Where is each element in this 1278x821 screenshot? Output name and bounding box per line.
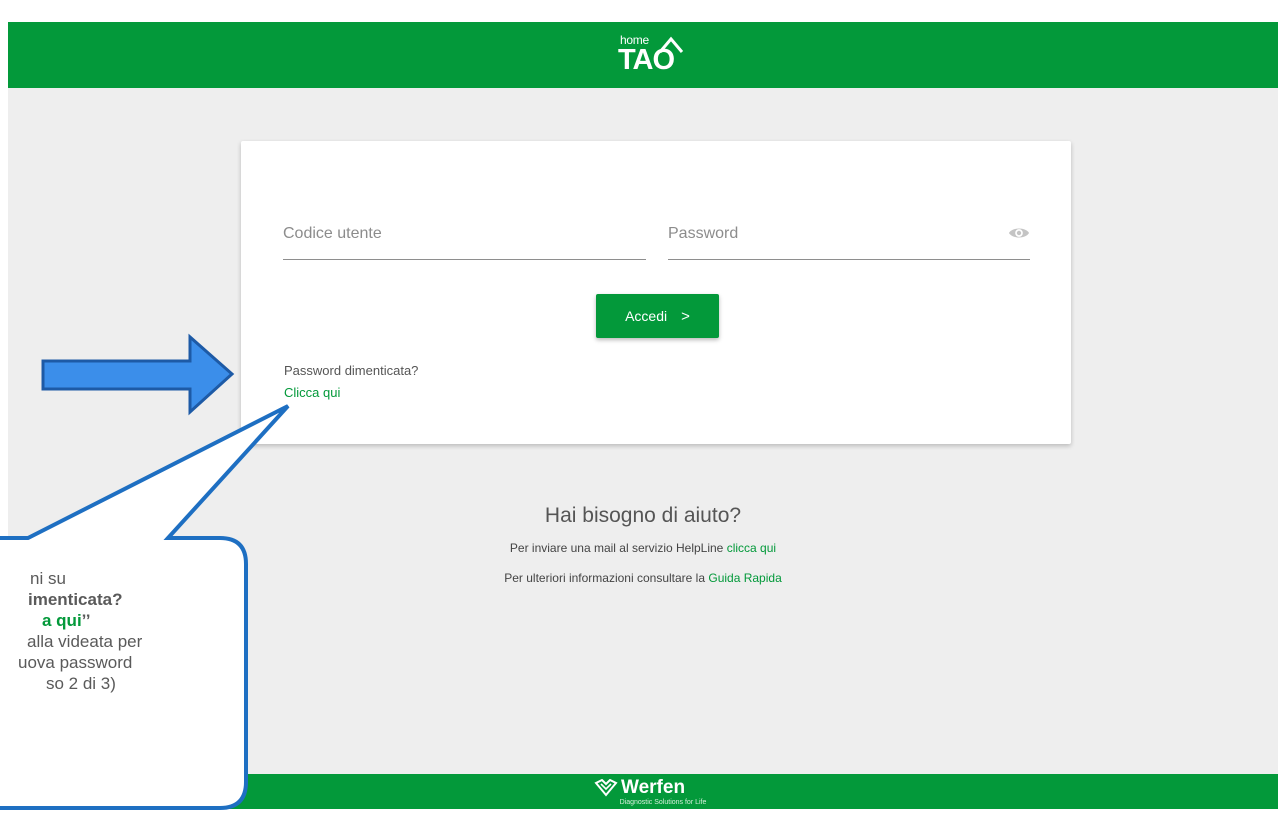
help-guide-text: Per ulteriori informazioni consultare la: [504, 571, 706, 585]
callout-quote-text: ’’: [81, 611, 91, 630]
helpline-mail-link[interactable]: clicca qui: [727, 541, 776, 555]
chevron-right-icon: >: [681, 307, 690, 325]
callout-line: alla videata per: [27, 632, 143, 651]
password-field: [668, 217, 1030, 260]
werfen-brand-name: Werfen: [621, 777, 686, 798]
callout-line: uova password: [18, 653, 133, 672]
login-button[interactable]: Accedi >: [596, 294, 719, 338]
hometao-logo[interactable]: home TAO: [618, 33, 688, 79]
eye-icon[interactable]: [1008, 225, 1030, 241]
werfen-logo: Werfen Diagnostic Solutions for Life: [588, 777, 738, 809]
callout-link-text: a qui: [42, 611, 82, 630]
header-bar: home TAO: [8, 22, 1278, 88]
login-card: Accedi > Password dimenticata? Clicca qu…: [241, 141, 1071, 444]
werfen-hearts-icon: [594, 779, 618, 797]
forgot-password-link[interactable]: Clicca qui: [284, 385, 340, 400]
username-field: [283, 217, 646, 260]
forgot-password-text: Password dimenticata?: [284, 363, 419, 378]
quick-guide-link[interactable]: Guida Rapida: [708, 571, 781, 585]
callout-line-link: a qui’’: [0, 610, 240, 631]
help-mail-line: Per inviare una mail al servizio HelpLin…: [8, 541, 1278, 555]
callout-text: ni su imenticata? a qui’’ alla videata p…: [0, 568, 240, 694]
help-mail-text: Per inviare una mail al servizio HelpLin…: [509, 541, 724, 555]
help-title: Hai bisogno di aiuto?: [544, 504, 742, 527]
callout-line: ni su: [30, 569, 66, 588]
password-input[interactable]: [668, 225, 988, 243]
callout-line-bold: imenticata?: [28, 590, 123, 609]
login-button-label: Accedi: [625, 308, 668, 324]
username-input[interactable]: [283, 225, 646, 243]
callout-line: so 2 di 3): [46, 674, 116, 693]
drop-icon: [658, 36, 684, 53]
werfen-tagline: Diagnostic Solutions for Life: [619, 799, 707, 806]
footer-bar: Werfen Diagnostic Solutions for Life: [8, 774, 1278, 809]
